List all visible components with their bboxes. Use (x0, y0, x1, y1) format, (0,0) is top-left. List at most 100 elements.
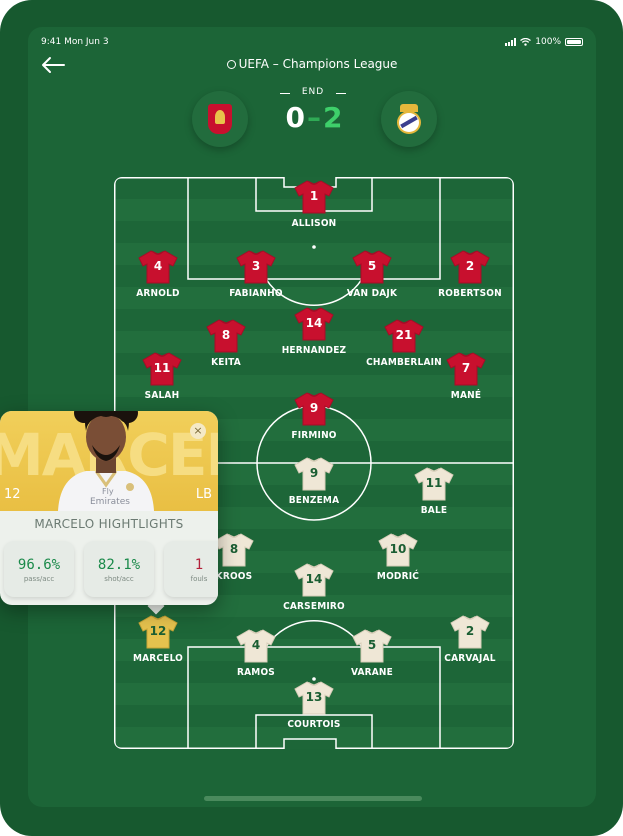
jersey-icon: 5 (352, 250, 392, 284)
jersey-number: 5 (367, 259, 377, 273)
player-card-number: 12 (4, 487, 21, 502)
player-varane[interactable]: 5 VARANE (332, 629, 412, 678)
jersey-icon: 14 (294, 307, 334, 341)
jersey-number: 9 (309, 466, 319, 480)
player-carvajal[interactable]: 2 CARVAJAL (430, 615, 510, 664)
jersey-number: 8 (221, 328, 231, 342)
svg-text:Fly: Fly (102, 487, 114, 496)
jersey-number: 2 (465, 259, 475, 273)
player-robertson[interactable]: 2 ROBERTSON (430, 250, 510, 299)
jersey-icon: 11 (142, 352, 182, 386)
stat-value: 96.6% (17, 557, 61, 573)
jersey-icon: 7 (446, 352, 486, 386)
player-name: COURTOIS (287, 719, 341, 730)
league-title: UEFA – Champions League (28, 57, 596, 71)
battery-percent: 100% (535, 37, 561, 47)
player-name: SALAH (144, 390, 180, 401)
player-name: CARVAJAL (444, 653, 496, 664)
player-name: ROBERTSON (438, 288, 502, 299)
player-benzema[interactable]: 9 BENZEMA (274, 457, 354, 506)
stat-label: fouls (190, 575, 208, 583)
player-bale[interactable]: 11 BALE (394, 467, 474, 516)
jersey-number: 11 (153, 361, 171, 375)
player-carsemiro[interactable]: 14 CARSEMIRO (274, 563, 354, 612)
home-indicator[interactable] (204, 796, 422, 801)
jersey-icon: 13 (294, 681, 334, 715)
player-allison[interactable]: 1 ALLISON (274, 180, 354, 229)
player-name: MANÉ (450, 390, 482, 401)
jersey-number: 14 (305, 572, 323, 586)
player-name: VAN DAJK (346, 288, 398, 299)
jersey-icon: 9 (294, 457, 334, 491)
cellular-signal-icon (505, 38, 517, 46)
jersey-icon: 14 (294, 563, 334, 597)
jersey-number: 13 (305, 690, 323, 704)
jersey-number: 21 (395, 328, 413, 342)
jersey-number: 4 (251, 638, 261, 652)
player-marcelo[interactable]: 12 MARCELO (118, 615, 198, 664)
player-salah[interactable]: 11 SALAH (122, 352, 202, 401)
jersey-icon: 9 (294, 392, 334, 426)
player-arnold[interactable]: 4 ARNOLD (118, 250, 198, 299)
player-highlight-card: MARCELO 12 LB × Fly Emirates MARCELO HIG… (0, 411, 218, 605)
wifi-icon (520, 38, 532, 46)
player-name: BENZEMA (288, 495, 340, 506)
jersey-number: 5 (367, 638, 377, 652)
jersey-icon: 12 (138, 615, 178, 649)
player-name: VARANE (350, 667, 393, 678)
stat-pass-accuracy[interactable]: 96.6% pass/acc (4, 541, 74, 597)
jersey-icon: 2 (450, 250, 490, 284)
status-bar: 9:41 Mon Jun 3 100% (41, 37, 583, 51)
real-madrid-crest-icon (396, 104, 422, 134)
highlights-title: MARCELO HIGHTLIGHTS (34, 517, 184, 531)
stat-value: 82.1% (97, 557, 141, 573)
player-ramos[interactable]: 4 RAMOS (216, 629, 296, 678)
jersey-icon: 11 (414, 467, 454, 501)
player-courtois[interactable]: 13 COURTOIS (274, 681, 354, 730)
jersey-icon: 1 (294, 180, 334, 214)
jersey-number: 8 (229, 542, 239, 556)
league-name: UEFA – Champions League (238, 57, 398, 71)
jersey-icon: 8 (214, 533, 254, 567)
player-van-dajk[interactable]: 5 VAN DAJK (332, 250, 412, 299)
player-name: HERNANDEZ (281, 345, 347, 356)
champions-league-icon (226, 60, 236, 69)
player-portrait: Fly Emirates (58, 411, 154, 511)
jersey-icon: 10 (378, 533, 418, 567)
stat-fouls[interactable]: 1 fouls (164, 541, 218, 597)
jersey-number: 9 (309, 401, 319, 415)
away-score: 2 (323, 101, 343, 134)
stat-label: shot/acc (104, 575, 134, 583)
battery-icon (565, 38, 583, 46)
player-name: MARCELO (132, 653, 184, 664)
player-name: RAMOS (237, 667, 275, 678)
status-time: 9:41 Mon Jun 3 (41, 37, 109, 47)
player-card-position: LB (195, 487, 212, 502)
match-status: END (278, 87, 348, 97)
player-name: MODRIĆ (376, 571, 420, 582)
player-modri-[interactable]: 10 MODRIĆ (358, 533, 438, 582)
player-firmino[interactable]: 9 FIRMINO (274, 392, 354, 441)
jersey-number: 14 (305, 316, 323, 330)
player-hernandez[interactable]: 14 HERNANDEZ (274, 307, 354, 356)
player-man-[interactable]: 7 MANÉ (426, 352, 506, 401)
player-name: ARNOLD (136, 288, 180, 299)
player-name: ALLISON (291, 218, 337, 229)
close-icon[interactable]: × (190, 423, 206, 439)
player-name: BALE (420, 505, 448, 516)
home-score: 0 (285, 101, 305, 134)
jersey-number: 3 (251, 259, 261, 273)
liverpool-crest-icon (208, 104, 232, 134)
stat-shot-accuracy[interactable]: 82.1% shot/acc (84, 541, 154, 597)
status-indicators: 100% (505, 37, 583, 47)
jersey-number: 1 (309, 189, 319, 203)
jersey-icon: 4 (138, 250, 178, 284)
svg-text:Emirates: Emirates (90, 497, 130, 507)
home-team-badge[interactable] (192, 91, 248, 147)
player-fabianho[interactable]: 3 FABIANHO (216, 250, 296, 299)
away-team-badge[interactable] (381, 91, 437, 147)
jersey-icon: 21 (384, 319, 424, 353)
stat-label: pass/acc (23, 575, 55, 583)
jersey-number: 7 (461, 361, 471, 375)
jersey-icon: 5 (352, 629, 392, 663)
